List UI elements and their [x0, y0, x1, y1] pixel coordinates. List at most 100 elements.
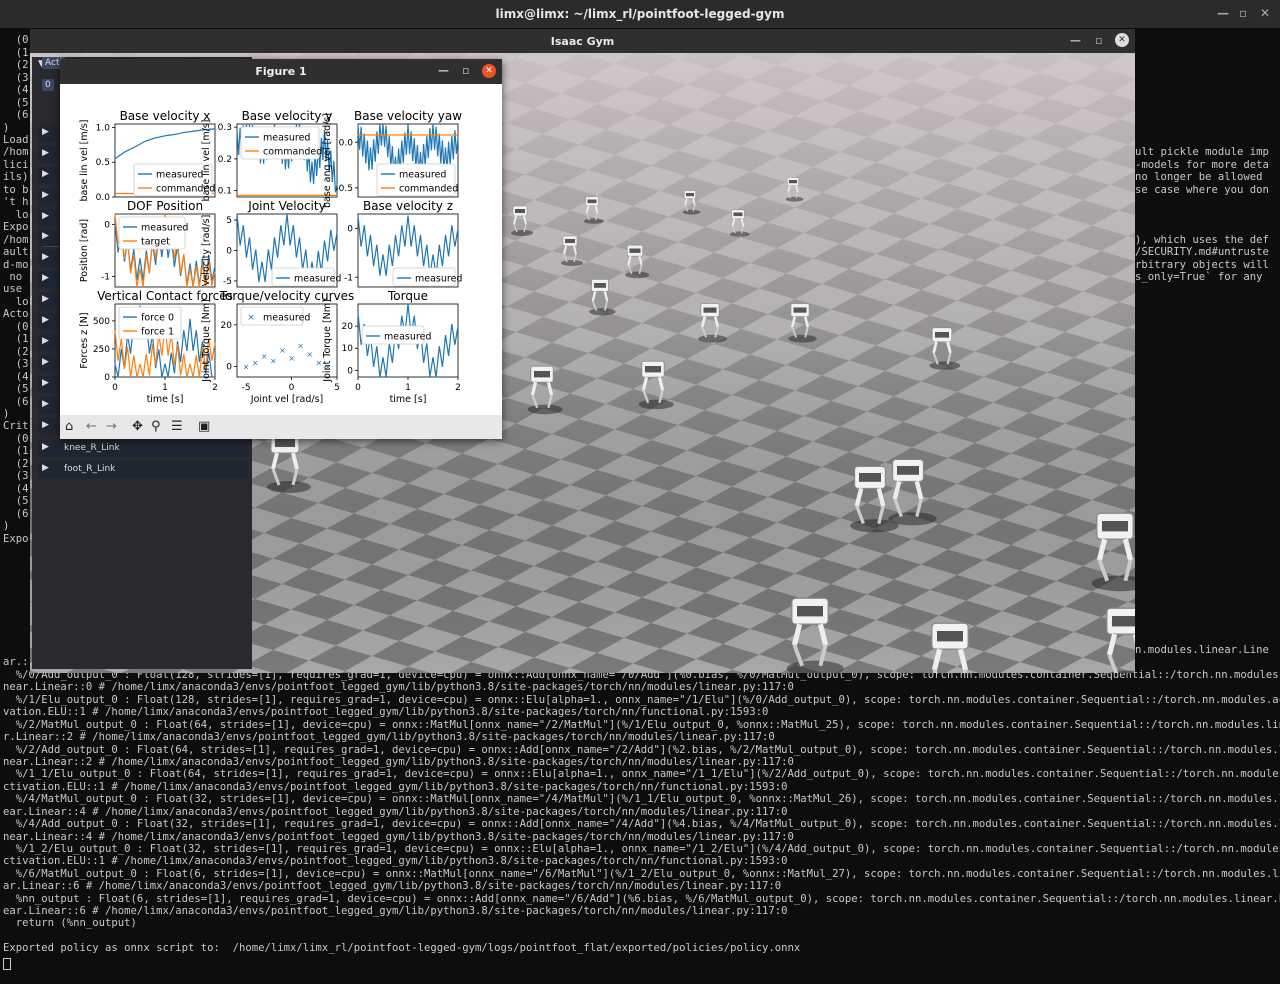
terminal-line: ar.: — [3, 656, 29, 668]
expand-arrow-icon[interactable]: ▶ — [42, 211, 49, 221]
terminal-line: lici — [3, 159, 29, 171]
x-tick-label: 5 — [334, 383, 340, 393]
expand-arrow-icon[interactable]: ▶ — [42, 357, 49, 367]
expand-arrow-icon[interactable]: ▶ — [42, 315, 49, 325]
expand-arrow-icon[interactable]: ▶ — [42, 190, 49, 200]
x-axis-label: time [s] — [390, 394, 427, 405]
panel-fragment[interactable]: 0 — [42, 79, 54, 91]
home-icon[interactable]: ⌂ — [65, 419, 73, 434]
terminal-line: ) — [3, 408, 10, 420]
pan-icon[interactable]: ✥ — [132, 419, 143, 434]
subplot-title: Joint Velocity — [247, 199, 325, 213]
terminal-line: /hom — [3, 146, 29, 158]
expand-arrow-icon[interactable]: ▶ — [42, 169, 49, 179]
minimize-icon[interactable]: — — [1070, 34, 1081, 47]
figure-toolbar: ⌂ ← → ✥ ⚲ ☰ ▣ — [60, 415, 502, 439]
terminal-line: use — [3, 283, 29, 295]
maximize-icon[interactable]: ▫ — [1095, 34, 1102, 47]
terminal-line: ult pickle module imp — [1135, 146, 1269, 158]
figure-title: Figure 1 — [255, 65, 307, 78]
terminal-line: (6 — [3, 109, 29, 121]
link-label: foot_R_Link — [64, 464, 116, 474]
expand-arrow-icon[interactable]: ▶ — [42, 336, 49, 346]
figure-title-bar: Figure 1 — ▫ ✕ — [60, 59, 502, 84]
y-tick-label: 20 — [221, 321, 233, 331]
x-tick-label: 0 — [112, 383, 118, 393]
y-tick-label: 0 — [104, 220, 110, 230]
expand-arrow-icon[interactable]: ▶ — [42, 148, 49, 158]
y-axis-label: Position [rad] — [79, 219, 90, 282]
x-tick-label: -5 — [242, 383, 251, 393]
expand-arrow-icon[interactable]: ▶ — [42, 442, 49, 452]
save-icon[interactable]: ▣ — [198, 419, 210, 434]
terminal-line: %/4/Add_output_0 : Float(32, strides=[1]… — [3, 818, 1280, 830]
y-tick-label: 1.0 — [96, 123, 111, 133]
terminal-line: %/6/MatMul_output_0 : Float(6, strides=[… — [3, 868, 1280, 880]
terminal-line: ctivation.ELU::1 # /home/limx/anaconda3/… — [3, 855, 788, 867]
terminal-line: Load — [3, 134, 29, 146]
terminal-line: near.Linear::2 # /home/limx/anaconda3/en… — [3, 756, 794, 768]
terminal-line: %/1_2/Elu_output_0 : Float(32, strides=[… — [3, 843, 1280, 855]
maximize-icon[interactable]: ▫ — [462, 64, 469, 77]
minimize-icon[interactable]: — — [1217, 6, 1229, 20]
scatter-point: × — [288, 354, 295, 363]
expand-arrow-icon[interactable]: ▶ — [42, 294, 49, 304]
y-tick-label: 0.0 — [96, 193, 111, 203]
y-tick-label: 10 — [342, 344, 354, 354]
expand-arrow-icon[interactable]: ▶ — [42, 273, 49, 283]
close-icon[interactable]: ✕ — [1260, 6, 1270, 20]
figure-window[interactable]: Figure 1 — ▫ ✕ Base velocity x base lin v… — [60, 59, 502, 439]
configure-subplots-icon[interactable]: ☰ — [171, 419, 183, 434]
restore-icon[interactable]: ▫ — [1239, 6, 1247, 20]
legend-marker: × — [247, 313, 255, 323]
expand-arrow-icon[interactable]: ▶ — [42, 378, 49, 388]
terminal-line: rbitrary objects will — [1135, 259, 1269, 271]
terminal-line: Exported policy as onnx script to: /home… — [3, 942, 801, 954]
terminal-line: /hom — [3, 234, 29, 246]
y-tick-label: -1 — [101, 273, 110, 283]
terminal-line: %/2/Add_output_0 : Float(64, strides=[1]… — [3, 744, 1280, 756]
x-tick-label: 2 — [212, 383, 218, 393]
panel-link-row[interactable]: ▶ knee_R_Link — [38, 440, 248, 457]
terminal-line: (0 — [3, 34, 29, 46]
forward-icon[interactable]: → — [106, 419, 117, 434]
expand-arrow-icon[interactable]: ▶ — [42, 127, 49, 137]
legend-label: measured — [263, 313, 310, 324]
terminal-line: vation.ELU::1 # /home/limx/anaconda3/env… — [3, 706, 769, 718]
legend-label: measured — [399, 170, 446, 181]
y-axis-label: Joint Torque [Nm] — [322, 299, 333, 382]
expand-arrow-icon[interactable]: ▶ — [42, 463, 49, 473]
terminal-line: ), which uses the def — [1135, 234, 1269, 246]
scatter-point: × — [297, 342, 304, 351]
x-tick-label: 2 — [455, 383, 461, 393]
expand-arrow-icon[interactable]: ▶ — [42, 399, 49, 409]
terminal-line: (5 — [3, 97, 29, 109]
y-tick-label: -5 — [223, 277, 232, 287]
terminal-line: (0 — [3, 433, 29, 445]
x-tick-label: 1 — [405, 383, 411, 393]
minimize-icon[interactable]: — — [438, 64, 449, 77]
terminal-line: /SECURITY.md#untruste — [1135, 246, 1269, 258]
terminal-line: no longer be allowed — [1135, 171, 1263, 183]
terminal-line: n.modules.linear.Line — [1135, 644, 1269, 656]
expand-arrow-icon[interactable]: ▶ — [42, 420, 49, 430]
expand-arrow-icon[interactable]: ▶ — [42, 252, 49, 262]
terminal-line: (0 — [3, 321, 29, 333]
terminal-line: no — [3, 271, 29, 283]
subplot-title: Torque/velocity curves — [219, 289, 355, 303]
terminal-line: s_only=True` for any — [1135, 271, 1263, 283]
expand-arrow-icon[interactable]: ▶ — [42, 231, 49, 241]
panel-link-row[interactable]: ▶ foot_R_Link — [38, 461, 248, 478]
terminal-line: near.Linear::4 # /home/limx/anaconda3/en… — [3, 831, 794, 843]
legend-label: commanded — [399, 184, 458, 195]
close-icon[interactable]: ✕ — [482, 64, 496, 78]
back-icon[interactable]: ← — [86, 419, 97, 434]
y-tick-label: 0.0 — [339, 138, 354, 148]
close-icon[interactable]: ✕ — [1115, 33, 1129, 47]
y-axis-label: Joint Torque [Nm] — [201, 299, 212, 382]
legend-label: target — [141, 237, 170, 248]
y-tick-label: 0 — [226, 247, 232, 257]
zoom-icon[interactable]: ⚲ — [151, 419, 161, 434]
y-tick-label: 0.1 — [218, 187, 232, 197]
terminal-line: to b — [3, 184, 29, 196]
